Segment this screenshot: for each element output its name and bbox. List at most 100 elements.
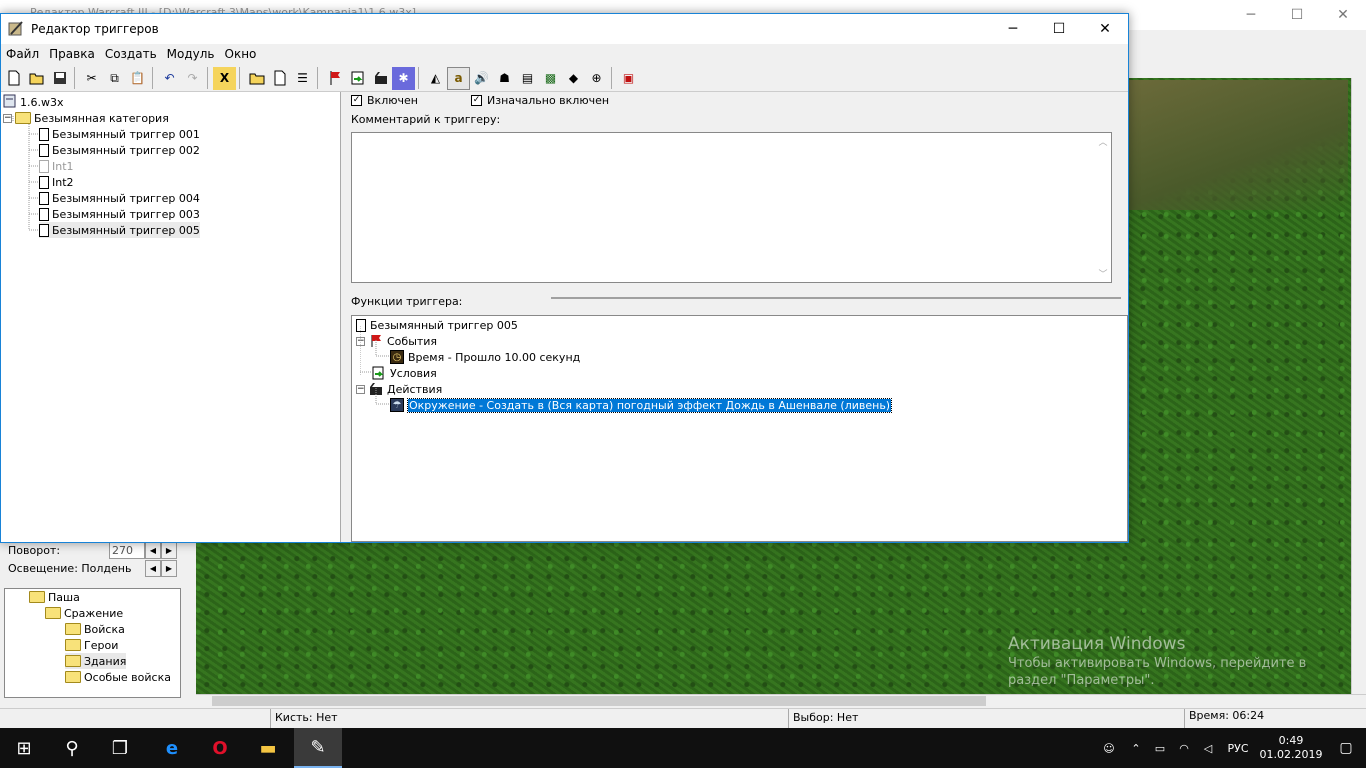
arrow-left-icon[interactable]: ◀ <box>145 542 161 559</box>
maximize-icon[interactable]: ☐ <box>1274 0 1320 30</box>
windows-start-icon[interactable]: ⊞ <box>0 728 48 768</box>
tree-trigger[interactable]: Безымянный триггер 001 <box>39 126 200 142</box>
initially-on-checkbox[interactable]: ✓ <box>471 95 482 106</box>
script-icon[interactable]: ☗ <box>493 67 516 90</box>
folder-icon <box>65 655 81 667</box>
map-horizontal-scroll-thumb[interactable] <box>212 696 986 706</box>
save-icon[interactable] <box>48 67 71 90</box>
tree-trigger[interactable]: Безымянный триггер 002 <box>39 142 200 158</box>
trigger-functions-tree[interactable]: Безымянный триггер 005 − События ◷ Время… <box>351 315 1128 542</box>
tree-root-label: 1.6.w3x <box>20 95 64 109</box>
paste-icon[interactable]: 📋 <box>126 67 149 90</box>
tree-category-label: Безымянная категория <box>34 111 169 125</box>
palette-node[interactable]: Здания <box>65 653 127 669</box>
opera-icon[interactable]: O <box>196 728 244 768</box>
minimize-icon[interactable]: ─ <box>1228 0 1274 30</box>
sound-icon[interactable]: 🔊 <box>470 67 493 90</box>
unit-icon[interactable]: ▩ <box>539 67 562 90</box>
background-toolbar-area <box>1128 30 1366 80</box>
palette-node[interactable]: Паша <box>29 589 80 605</box>
palette-node[interactable]: Особые войска <box>65 669 171 685</box>
tree-root[interactable]: 1.6.w3x <box>3 94 64 110</box>
trigger-editor-window: Редактор триггеров ─ ☐ ✕ Файл Правка Соз… <box>0 13 1129 543</box>
people-icon[interactable]: ☺ <box>1094 742 1124 755</box>
tree-trigger[interactable]: Безымянный триггер 003 <box>39 206 200 222</box>
menu-create[interactable]: Создать <box>100 47 162 61</box>
trigger-tree[interactable]: 1.6.w3x − Безымянная категория Безымянны… <box>1 92 341 542</box>
undo-icon[interactable]: ↶ <box>158 67 181 90</box>
initially-on-row: ✓ Изначально включен <box>471 94 609 107</box>
rotation-field[interactable]: 270 <box>109 542 145 559</box>
status-bar: Кисть: Нет Выбор: Нет Время: 06:24 <box>0 708 1366 729</box>
close-icon[interactable]: ✕ <box>1082 14 1128 44</box>
language-indicator[interactable]: РУС <box>1220 742 1256 755</box>
window-controls: ─ ☐ ✕ <box>990 14 1128 44</box>
battery-icon[interactable]: ▭ <box>1148 742 1172 755</box>
menu-window[interactable]: Окно <box>220 47 262 61</box>
ai-icon[interactable]: a <box>447 66 470 90</box>
new-trigger-icon[interactable] <box>268 67 291 90</box>
close-icon[interactable]: ✕ <box>1320 0 1366 30</box>
new-icon[interactable] <box>2 67 25 90</box>
map-vertical-scrollbar[interactable] <box>1351 78 1366 694</box>
action-item-selected[interactable]: ☂ Окружение - Создать в (Вся карта) пого… <box>390 397 893 413</box>
menu-edit[interactable]: Правка <box>44 47 100 61</box>
world-editor-taskbar-icon[interactable]: ✎ <box>294 728 342 768</box>
trigger-editor-titlebar[interactable]: Редактор триггеров ─ ☐ ✕ <box>1 14 1128 44</box>
test-map-icon[interactable]: ▣ <box>617 67 640 90</box>
initially-on-label: Изначально включен <box>487 94 610 107</box>
file-explorer-icon[interactable]: ▬ <box>244 728 292 768</box>
functions-label: Функции триггера: <box>351 295 463 308</box>
palette-node[interactable]: Герои <box>65 637 118 653</box>
redo-icon[interactable]: ↷ <box>181 67 204 90</box>
watermark-line: Активация Windows <box>1008 634 1186 654</box>
palette-node[interactable]: Войска <box>65 621 125 637</box>
import-icon[interactable]: ⊕ <box>585 67 608 90</box>
search-icon[interactable]: ⚲ <box>48 728 96 768</box>
tree-trigger-label: Безымянный триггер 001 <box>52 127 200 141</box>
volume-icon[interactable]: ◁ <box>1196 742 1220 755</box>
arrow-right-icon[interactable]: ▶ <box>161 542 177 559</box>
new-comment-icon[interactable]: ☰ <box>291 67 314 90</box>
new-category-icon[interactable] <box>245 67 268 90</box>
tree-trigger[interactable]: Безымянный триггер 004 <box>39 190 200 206</box>
edge-icon[interactable]: e <box>148 728 196 768</box>
palette-node[interactable]: Сражение <box>45 605 123 621</box>
menu-file[interactable]: Файл <box>1 47 44 61</box>
tree-trigger-selected[interactable]: Безымянный триггер 005 <box>39 222 200 238</box>
splitter[interactable] <box>551 297 1121 299</box>
folder-icon <box>65 623 81 635</box>
arrow-left-icon[interactable]: ◀ <box>145 560 161 577</box>
clock[interactable]: 0:49 01.02.2019 <box>1256 734 1326 762</box>
new-action-icon[interactable] <box>369 67 392 90</box>
folder-icon <box>65 671 81 683</box>
menu-module[interactable]: Модуль <box>162 47 220 61</box>
terrain-icon[interactable]: ◭ <box>424 67 447 90</box>
new-condition-icon[interactable] <box>346 67 369 90</box>
maximize-icon[interactable]: ☐ <box>1036 14 1082 44</box>
new-event-icon[interactable] <box>323 67 346 90</box>
delete-icon[interactable]: X <box>213 66 236 90</box>
rotation-label: Поворот: <box>8 544 61 557</box>
item-icon[interactable]: ◆ <box>562 67 585 90</box>
comment-scrollbar[interactable]: ︿ ﹀ <box>1095 133 1111 282</box>
enabled-checkbox[interactable]: ✓ <box>351 95 362 106</box>
variables-icon[interactable]: ✱ <box>392 66 415 90</box>
minimize-icon[interactable]: ─ <box>990 14 1036 44</box>
event-item[interactable]: ◷ Время - Прошло 10.00 секунд <box>390 349 580 365</box>
wifi-icon[interactable]: ◠ <box>1172 742 1196 755</box>
scroll-up-icon[interactable]: ︿ <box>1095 135 1111 148</box>
cut-icon[interactable]: ✂ <box>80 67 103 90</box>
task-view-icon[interactable]: ❐ <box>96 728 144 768</box>
arrow-right-icon[interactable]: ▶ <box>161 560 177 577</box>
copy-icon[interactable]: ⧉ <box>103 67 126 90</box>
palette-tree[interactable]: Паша Сражение Войска Герои Здания Особые… <box>4 588 181 698</box>
tree-trigger-label: Безымянный триггер 005 <box>52 223 200 237</box>
scroll-down-icon[interactable]: ﹀ <box>1095 267 1111 280</box>
chevron-up-icon[interactable]: ⌃ <box>1124 742 1148 755</box>
notifications-icon[interactable]: ▢ <box>1326 740 1366 756</box>
tree-trigger-label: Безымянный триггер 004 <box>52 191 200 205</box>
doodad-icon[interactable]: ▤ <box>516 67 539 90</box>
open-icon[interactable] <box>25 67 48 90</box>
comment-textarea[interactable]: ︿ ﹀ <box>351 132 1112 283</box>
